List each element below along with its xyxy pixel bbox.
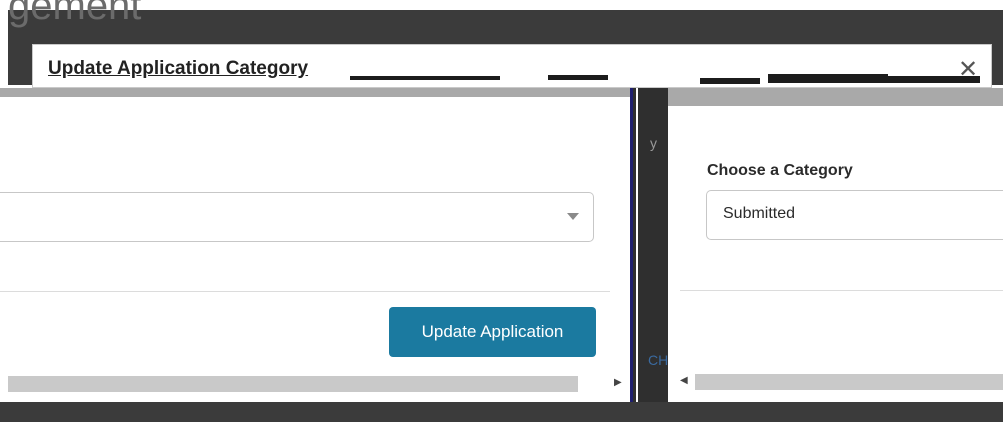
category-select[interactable] bbox=[0, 192, 594, 242]
panel-top-border bbox=[668, 88, 1003, 106]
render-artifact bbox=[880, 76, 980, 83]
render-artifact bbox=[700, 78, 760, 84]
modal-body-right bbox=[668, 88, 1003, 402]
divider-line bbox=[630, 88, 633, 402]
choose-category-label: Choose a Category bbox=[707, 162, 853, 179]
background-text: CH bbox=[648, 352, 669, 368]
background-page-heading: gement bbox=[8, 0, 142, 28]
scroll-left-icon[interactable]: ◀ bbox=[680, 375, 688, 386]
background-text: y bbox=[650, 135, 657, 151]
modal-body-left: Update Application ▶ bbox=[0, 88, 630, 402]
footer-divider bbox=[0, 291, 610, 292]
modal-title: Update Application Category bbox=[48, 58, 309, 79]
horizontal-scrollbar[interactable] bbox=[695, 374, 1003, 390]
divider-line bbox=[636, 88, 638, 402]
render-artifact bbox=[768, 74, 888, 83]
modal-overlay-bottom bbox=[0, 402, 1003, 422]
scroll-right-icon[interactable]: ▶ bbox=[614, 377, 622, 388]
footer-divider bbox=[680, 290, 1003, 291]
horizontal-scrollbar[interactable] bbox=[8, 376, 578, 392]
chevron-down-icon bbox=[567, 213, 579, 220]
category-dropdown[interactable]: Submitted bbox=[706, 190, 1003, 240]
panel-top-border bbox=[0, 88, 630, 97]
update-application-button[interactable]: Update Application bbox=[389, 307, 596, 357]
render-artifact bbox=[548, 75, 608, 80]
render-artifact bbox=[350, 76, 500, 80]
